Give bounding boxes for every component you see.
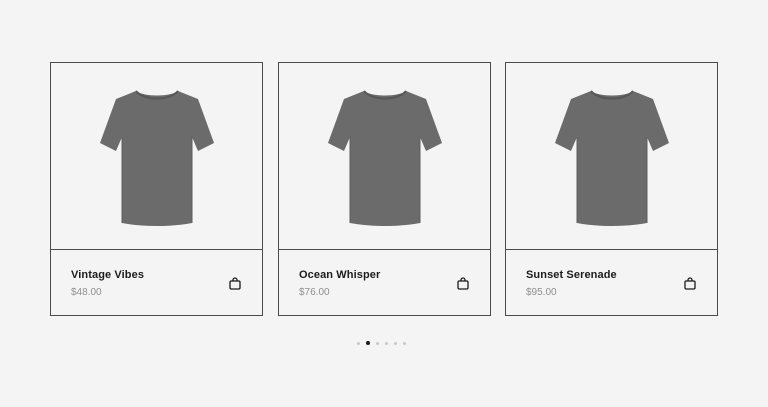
product-carousel: Vintage Vibes $48.00 Ocean Whisper $76.0… [50,62,718,316]
pagination-dot[interactable] [403,341,406,345]
product-image[interactable] [279,63,490,250]
pagination-dot-active[interactable] [366,341,370,345]
product-card[interactable]: Sunset Serenade $95.00 [505,62,718,316]
carousel-pagination [357,340,406,346]
pagination-dot[interactable] [394,341,397,345]
tshirt-image [100,90,214,226]
product-info: Sunset Serenade $95.00 [506,250,717,315]
product-price: $95.00 [526,287,557,298]
product-name[interactable]: Vintage Vibes [71,269,144,281]
product-price: $48.00 [71,287,102,298]
shopping-bag-icon[interactable] [456,277,470,291]
tshirt-image [555,90,669,226]
product-image[interactable] [51,63,262,250]
product-image[interactable] [506,63,717,250]
product-info: Ocean Whisper $76.00 [279,250,490,315]
product-card[interactable]: Vintage Vibes $48.00 [50,62,263,316]
tshirt-image [328,90,442,226]
shopping-bag-icon[interactable] [228,277,242,291]
pagination-dot[interactable] [357,341,360,345]
product-card[interactable]: Ocean Whisper $76.00 [278,62,491,316]
pagination-dot[interactable] [376,341,379,345]
shopping-bag-icon[interactable] [683,277,697,291]
product-name[interactable]: Ocean Whisper [299,269,380,281]
product-name[interactable]: Sunset Serenade [526,269,617,281]
product-info: Vintage Vibes $48.00 [51,250,262,315]
product-price: $76.00 [299,287,330,298]
pagination-dot[interactable] [385,341,388,345]
